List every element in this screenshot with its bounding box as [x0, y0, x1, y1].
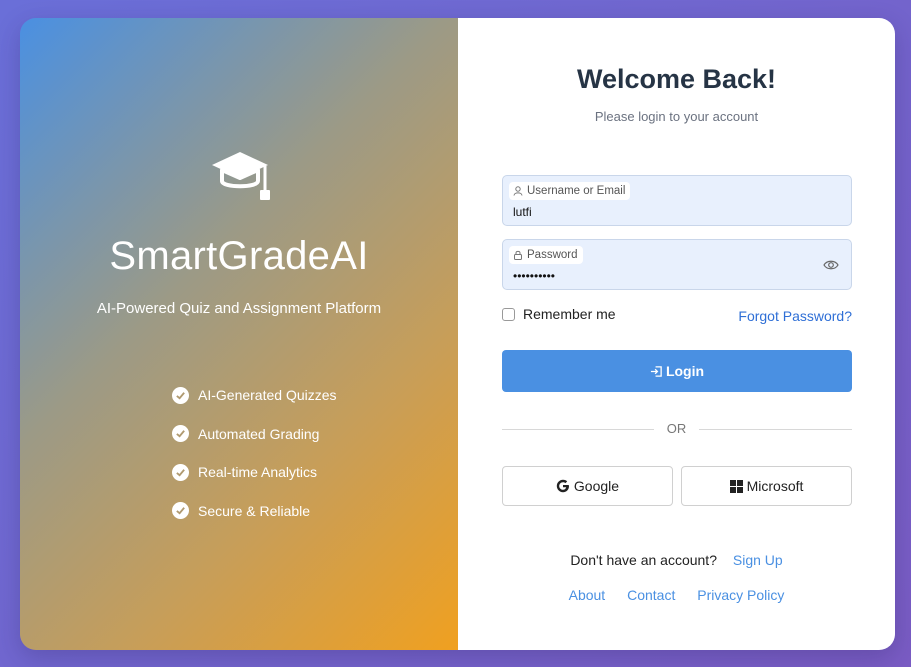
divider-line: [699, 429, 852, 430]
login-panel: Welcome Back! Please login to your accou…: [458, 18, 895, 650]
brand-name: SmartGradeAI: [109, 234, 369, 278]
page-subtitle: Please login to your account: [594, 109, 759, 124]
feature-list: AI-Generated Quizzes Automated Grading R…: [172, 376, 337, 530]
microsoft-label: Microsoft: [746, 478, 804, 494]
graduation-cap-icon: [212, 152, 270, 200]
check-circle-icon: [172, 463, 189, 481]
contact-link[interactable]: Contact: [627, 587, 675, 603]
username-field[interactable]: Username or Email: [502, 175, 852, 226]
feature-label: Secure & Reliable: [198, 502, 311, 519]
username-label-text: Username or Email: [527, 185, 626, 197]
feature-item: Secure & Reliable: [172, 492, 337, 531]
footer-links: About Contact Privacy Policy: [458, 587, 895, 603]
lock-icon: [514, 250, 522, 260]
brand-tagline: AI-Powered Quiz and Assignment Platform: [96, 300, 382, 317]
microsoft-login-button[interactable]: Microsoft: [681, 466, 852, 506]
brand-panel: SmartGradeAI AI-Powered Quiz and Assignm…: [20, 18, 458, 650]
check-circle-icon: [172, 502, 189, 520]
feature-label: Automated Grading: [198, 425, 320, 442]
about-link[interactable]: About: [569, 587, 606, 603]
privacy-policy-link[interactable]: Privacy Policy: [697, 587, 784, 603]
check-circle-icon: [172, 425, 189, 443]
feature-item: Real-time Analytics: [172, 453, 337, 492]
page-title: Welcome Back!: [576, 64, 777, 94]
password-label-text: Password: [527, 249, 578, 261]
user-icon: [513, 186, 523, 196]
signup-row: Don't have an account? Sign Up: [458, 552, 895, 568]
eye-icon[interactable]: [823, 258, 839, 272]
login-button[interactable]: Login: [502, 350, 852, 392]
microsoft-icon: [729, 479, 743, 493]
login-icon: [650, 365, 662, 377]
feature-item: Automated Grading: [172, 415, 337, 454]
feature-label: Real-time Analytics: [198, 464, 318, 481]
google-label: Google: [573, 478, 620, 494]
password-input[interactable]: [513, 267, 803, 285]
divider-label: OR: [666, 421, 687, 436]
feature-label: AI-Generated Quizzes: [198, 387, 337, 404]
feature-item: AI-Generated Quizzes: [172, 376, 337, 415]
divider-line: [502, 429, 654, 430]
login-button-label: Login: [665, 363, 705, 379]
username-label: Username or Email: [509, 182, 631, 200]
remember-me[interactable]: Remember me: [502, 306, 616, 322]
check-circle-icon: [172, 386, 189, 404]
remember-label: Remember me: [523, 306, 616, 322]
signup-link[interactable]: Sign Up: [733, 552, 783, 568]
username-input[interactable]: [513, 203, 803, 221]
forgot-password-link[interactable]: Forgot Password?: [738, 308, 852, 324]
login-card: SmartGradeAI AI-Powered Quiz and Assignm…: [20, 18, 895, 650]
google-login-button[interactable]: Google: [502, 466, 673, 506]
signup-prompt: Don't have an account?: [570, 552, 717, 568]
google-icon: [556, 479, 569, 493]
password-label: Password: [509, 246, 583, 264]
password-field[interactable]: Password: [502, 239, 852, 290]
remember-checkbox[interactable]: [502, 307, 515, 321]
